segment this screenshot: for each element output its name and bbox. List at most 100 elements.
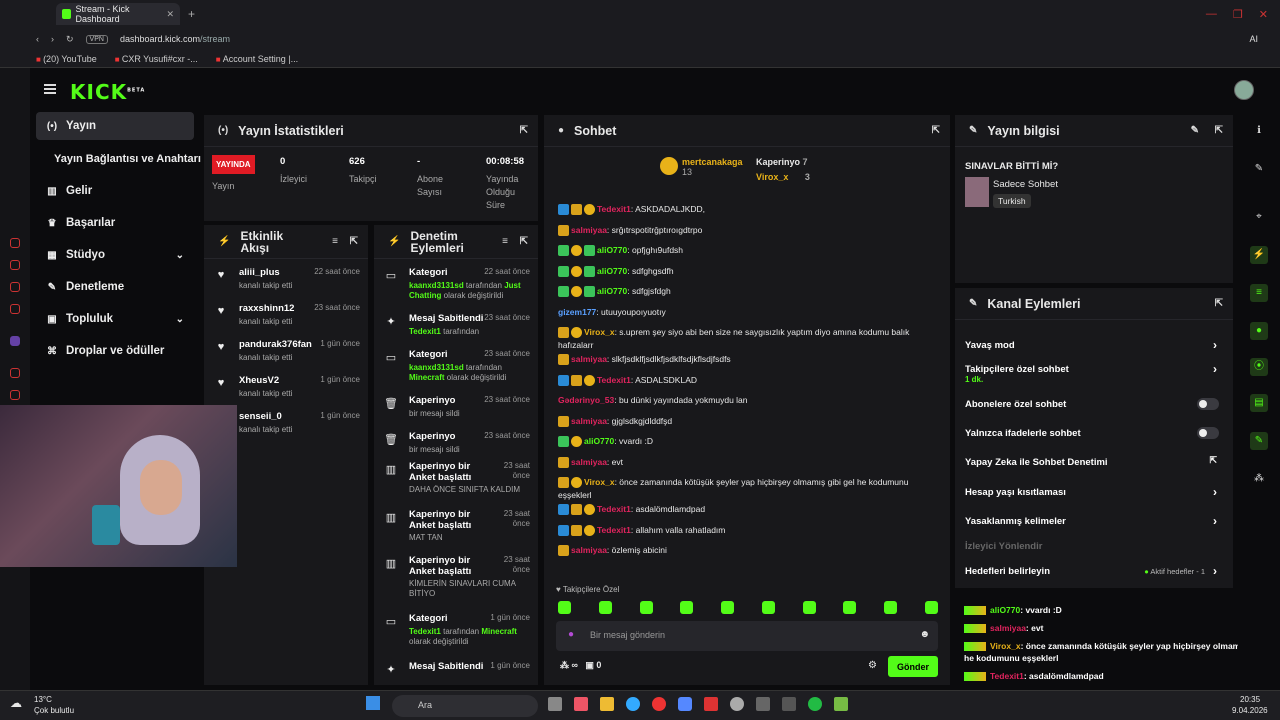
moderation-item[interactable]: ▭ Kategori 22 saat önce kaanxd3131sd tarafı… bbox=[384, 267, 530, 311]
vpn-badge[interactable]: VPN bbox=[85, 34, 108, 44]
chevron-right-icon[interactable]: › bbox=[1213, 485, 1217, 499]
chat-message[interactable]: aliO770: vvardı :D bbox=[558, 435, 938, 448]
chat-username[interactable]: Tedexit1 bbox=[597, 375, 631, 385]
menu-icon[interactable] bbox=[44, 84, 56, 94]
popout-icon[interactable]: ⇱ bbox=[350, 236, 358, 248]
edge-icon[interactable] bbox=[626, 697, 640, 711]
channel-action[interactable]: Yasaklanmış kelimeler › bbox=[965, 514, 1221, 528]
minimize-icon[interactable]: — bbox=[1206, 8, 1217, 21]
close-tab-icon[interactable]: ✕ bbox=[166, 9, 174, 20]
wrench-icon[interactable]: ✎ bbox=[1250, 432, 1268, 450]
chat-username[interactable]: Virox_x bbox=[584, 327, 615, 337]
channel-action[interactable]: Abonelere özel sohbet bbox=[965, 398, 1221, 410]
edit-icon[interactable]: ✎ bbox=[1250, 160, 1268, 178]
chat-message[interactable]: aliO770: opfjghı9ufdsh bbox=[558, 244, 938, 257]
chat-input[interactable]: ● Bir mesaj gönderin ☻ bbox=[556, 621, 938, 651]
chat-username[interactable]: aliO770 bbox=[597, 266, 627, 276]
folder-icon[interactable] bbox=[600, 697, 614, 711]
nav-item-gelir[interactable]: ▥ Gelir bbox=[36, 177, 194, 205]
nav-item-topluluk[interactable]: ▣ Topluluk ⌄ bbox=[36, 305, 194, 333]
maximize-icon[interactable]: ❐ bbox=[1233, 8, 1243, 21]
nav-item-denetleme[interactable]: ✎ Denetleme bbox=[36, 273, 194, 301]
chat-message[interactable]: Tedexit1: asdalömdlamdpad bbox=[558, 503, 938, 516]
moderation-icon[interactable]: ▤ bbox=[1250, 394, 1268, 412]
chat-message[interactable]: Tedexit1: allahım valla rahatladım bbox=[558, 524, 938, 537]
popout-icon[interactable]: ⇱ bbox=[932, 125, 940, 136]
activity-item[interactable]: ♥ XheusV2 kanalı takip etti 1 gün önce bbox=[214, 375, 360, 407]
chevron-right-icon[interactable]: › bbox=[1213, 362, 1217, 376]
chat-message[interactable]: Virox_x: önce zamanında kötüşük şeyler y… bbox=[558, 476, 938, 502]
channel-action[interactable]: Yapay Zeka ile Sohbet Denetimi ⇱ bbox=[965, 455, 1221, 468]
emote-icon[interactable] bbox=[558, 601, 571, 614]
sidebar-app-icon[interactable] bbox=[10, 390, 20, 400]
app-icon[interactable] bbox=[834, 697, 848, 711]
chat-message[interactable]: salmiyaa: srğıtrspotitrğptıroıgdtrpo bbox=[558, 224, 938, 237]
nav-item-yayin[interactable]: (•) Yayın bbox=[36, 112, 194, 140]
chat-username[interactable]: aliO770 bbox=[597, 286, 627, 296]
app-icon[interactable] bbox=[756, 697, 770, 711]
chat-username[interactable]: aliO770 bbox=[597, 245, 627, 255]
bookmark-item[interactable]: (20) YouTube bbox=[36, 54, 97, 64]
filter-icon[interactable]: ≡ bbox=[332, 236, 338, 248]
emoji-icon[interactable]: ☻ bbox=[919, 629, 930, 640]
emote-icon[interactable] bbox=[802, 601, 816, 614]
discord-icon[interactable] bbox=[678, 697, 692, 711]
chat-icon[interactable]: ● bbox=[1250, 322, 1268, 340]
popout-icon[interactable]: ⇱ bbox=[1215, 125, 1223, 136]
toggle-switch[interactable] bbox=[1197, 427, 1219, 439]
whatsapp-icon[interactable] bbox=[808, 697, 822, 711]
info-icon[interactable]: ℹ bbox=[1250, 122, 1268, 140]
app-icon[interactable] bbox=[704, 697, 718, 711]
top-gifter-2[interactable]: Kaperinyo 7 bbox=[756, 157, 808, 167]
emote-icon[interactable] bbox=[761, 601, 775, 614]
chat-username[interactable]: salmiyaa bbox=[571, 354, 607, 364]
app-icon[interactable] bbox=[782, 697, 796, 711]
chat-username[interactable]: salmiyaa bbox=[571, 545, 607, 555]
nav-item-droplar[interactable]: ⌘ Droplar ve ödüller bbox=[36, 337, 194, 365]
reload-icon[interactable]: ↻ bbox=[66, 34, 74, 45]
activity-item[interactable]: ♥ pandurak376fan kanalı takip etti 1 gün ön… bbox=[214, 339, 360, 371]
top-gifter-1[interactable]: mertcanakaga 13 bbox=[660, 157, 743, 177]
chat-message[interactable]: Virox_x: s.uprem şey siyo abi ben size n… bbox=[558, 326, 938, 352]
chat-points[interactable]: ⁂ ∞ ▣ 0 bbox=[560, 660, 601, 671]
weather-icon[interactable]: ☁ bbox=[10, 696, 22, 710]
moderation-item[interactable]: ✦ Mesaj Sabitlendi 1 gün önce bbox=[384, 661, 530, 685]
popout-icon[interactable]: ⇱ bbox=[1215, 298, 1223, 309]
moderation-item[interactable]: ▥ Kaperinyo bir Anket başlattı 23 saat önc… bbox=[384, 509, 530, 553]
chat-message[interactable]: gizem177: utuuyoupoıyuotıy bbox=[558, 306, 938, 319]
new-tab-button[interactable]: + bbox=[188, 7, 195, 21]
bookmark-item[interactable]: Account Setting |... bbox=[216, 54, 298, 64]
ai-button[interactable]: AI bbox=[1249, 34, 1258, 44]
emote-icon[interactable] bbox=[598, 601, 612, 614]
bookmark-item[interactable]: CXR Yusufi#cxr -... bbox=[115, 54, 198, 64]
sidebar-app-icon[interactable] bbox=[10, 368, 20, 378]
app-icon[interactable] bbox=[730, 697, 744, 711]
toggle-switch[interactable] bbox=[1197, 398, 1219, 410]
chat-username[interactable]: aliO770 bbox=[584, 436, 614, 446]
sidebar-app-icon[interactable] bbox=[10, 282, 20, 292]
channel-action[interactable]: İzleyici Yönlendir bbox=[965, 541, 1221, 552]
list-icon[interactable]: ≡ bbox=[1250, 284, 1268, 302]
browser-tab[interactable]: Stream - Kick Dashboard ✕ bbox=[56, 3, 180, 25]
url-field[interactable]: dashboard.kick.com/stream bbox=[120, 34, 230, 44]
send-button[interactable]: Gönder bbox=[888, 656, 938, 677]
chat-message[interactable]: salmiyaa: slkfjsdklfjsdlkfjsdklfsdjkflsd… bbox=[558, 353, 938, 366]
community-icon[interactable]: ⁂ bbox=[1250, 470, 1268, 488]
moderation-item[interactable]: ▭ Kategori 1 gün önce Tedexit1 tarafından M… bbox=[384, 613, 530, 657]
chat-message[interactable]: Tedexit1: ASDALSDKLAD bbox=[558, 374, 938, 387]
chat-username[interactable]: gizem177 bbox=[558, 307, 596, 317]
sidebar-app-icon[interactable] bbox=[10, 260, 20, 270]
chat-message[interactable]: Gədərinyo_53: bu dünki yayındada yokmuyd… bbox=[558, 394, 938, 407]
chat-username[interactable]: Tedexit1 bbox=[597, 204, 631, 214]
mic-icon[interactable]: ● bbox=[568, 629, 574, 640]
popout-icon[interactable]: ⇱ bbox=[520, 236, 528, 248]
chat-message[interactable]: salmiyaa: evt bbox=[558, 456, 938, 469]
moderation-item[interactable]: ▥ Kaperinyo bir Anket başlattı 23 saat önc… bbox=[384, 461, 530, 505]
moderation-item[interactable]: ▥ Kaperinyo bir Anket başlattı 23 saat önc… bbox=[384, 555, 530, 599]
chat-message[interactable]: salmiyaa: gjglsdkgjdlddfşd bbox=[558, 415, 938, 428]
chat-username[interactable]: salmiyaa bbox=[571, 225, 607, 235]
filter-icon[interactable]: ≡ bbox=[502, 236, 508, 248]
taskbar-search[interactable]: Ara bbox=[392, 695, 538, 717]
emote-icon[interactable] bbox=[884, 601, 898, 614]
chat-message[interactable]: Tedexit1: ASKDADALJKDD, bbox=[558, 203, 938, 216]
